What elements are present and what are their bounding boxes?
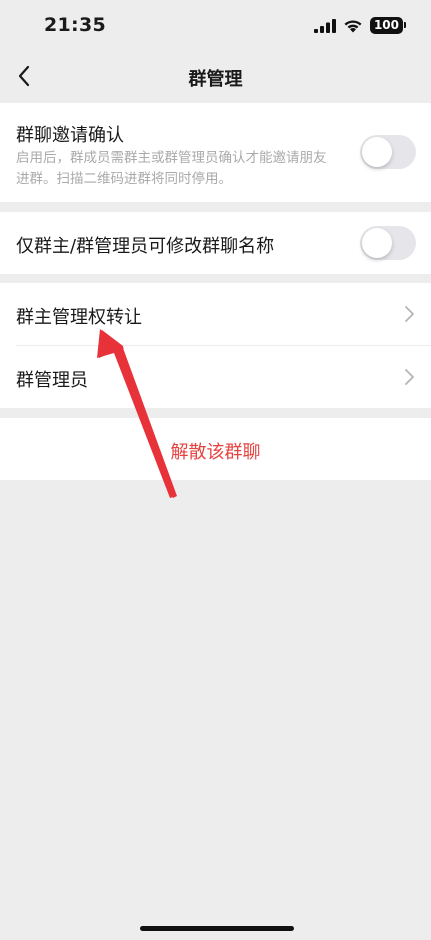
page-title: 群管理: [188, 69, 243, 90]
invite-confirm-description: 启用后，群成员需群主或群管理员确认才能邀请朋友进群。扫描二维码进群将同时停用。: [16, 150, 327, 187]
transfer-owner-label: 群主管理权转让: [16, 307, 142, 328]
wifi-icon: [344, 19, 362, 32]
rename-restriction-section: 仅群主/群管理员可修改群聊名称: [0, 212, 431, 274]
dissolve-section: 解散该群聊: [0, 418, 431, 480]
status-icons: 100: [313, 17, 407, 34]
admins-row[interactable]: 群管理员: [0, 346, 431, 408]
toggle-knob: [362, 228, 392, 258]
chevron-right-icon: [405, 369, 414, 385]
dissolve-group-button[interactable]: 解散该群聊: [0, 438, 431, 464]
status-time: 21:35: [44, 14, 106, 36]
invite-confirm-section: 群聊邀请确认 启用后，群成员需群主或群管理员确认才能邀请朋友进群。扫描二维码进群…: [0, 103, 431, 202]
nav-bar: 群管理: [0, 50, 431, 102]
signal-icon: [313, 18, 336, 33]
transfer-owner-row[interactable]: 群主管理权转让: [0, 283, 431, 345]
home-indicator: [140, 926, 294, 931]
toggle-knob: [362, 137, 392, 167]
status-bar: 21:35 100: [0, 0, 431, 50]
battery-icon: 100: [369, 17, 407, 34]
chevron-right-icon: [405, 306, 414, 322]
rename-restriction-title: 仅群主/群管理员可修改群聊名称: [16, 236, 275, 257]
admins-label: 群管理员: [16, 370, 88, 391]
management-section: 群主管理权转让 群管理员: [0, 283, 431, 408]
invite-confirm-toggle[interactable]: [360, 135, 416, 169]
rename-restriction-toggle[interactable]: [360, 226, 416, 260]
invite-confirm-title: 群聊邀请确认: [16, 125, 124, 146]
